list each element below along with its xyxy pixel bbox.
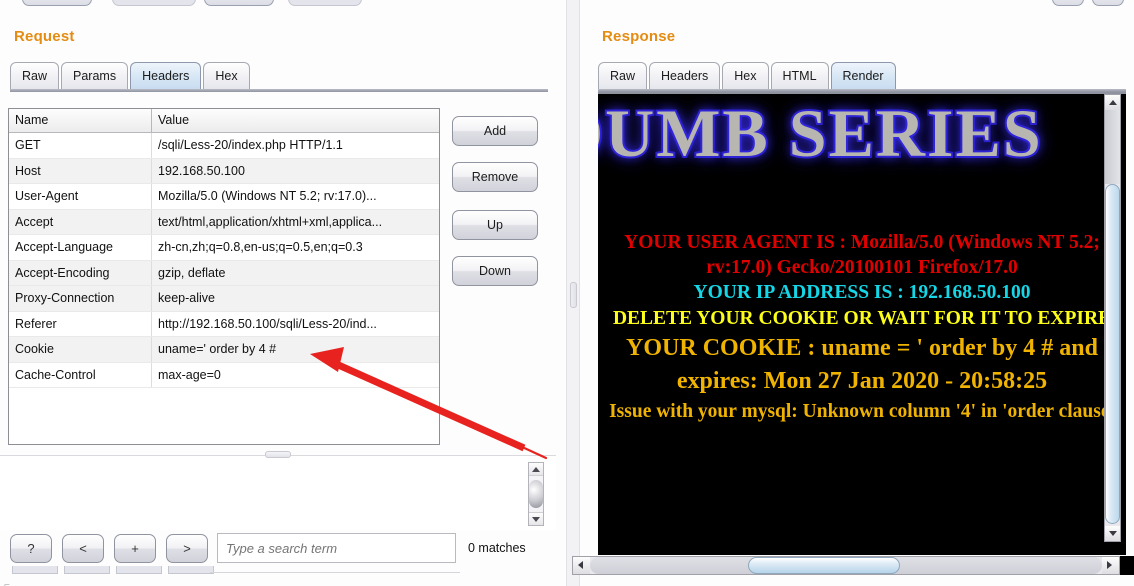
- header-value: http://192.168.50.100/sqli/Less-20/ind..…: [158, 316, 377, 331]
- rendered-response-view[interactable]: DUMB SERIES YOUR USER AGENT IS : Mozilla…: [598, 92, 1126, 555]
- bottom-partial-button-3[interactable]: [116, 566, 162, 574]
- scroll-down-icon[interactable]: [1105, 526, 1120, 541]
- bottom-partial-strip: ⌐: [0, 566, 560, 586]
- table-row-cookie[interactable]: Cookie uname=' order by 4 #: [9, 337, 439, 363]
- scroll-up-icon[interactable]: [529, 463, 543, 476]
- header-name: User-Agent: [9, 184, 152, 209]
- bottom-partial-input[interactable]: [210, 572, 460, 573]
- table-row[interactable]: Accept-Language zh-cn,zh;q=0.8,en-us;q=0…: [9, 235, 439, 261]
- header-name: Accept-Encoding: [9, 260, 152, 285]
- header-value: /sqli/Less-20/index.php HTTP/1.1: [158, 138, 343, 152]
- search-add-button[interactable]: +: [114, 534, 156, 563]
- header-name: Accept-Language: [9, 235, 152, 260]
- header-value: max-age=0: [158, 367, 221, 382]
- table-row[interactable]: Cache-Control max-age=0: [9, 362, 439, 388]
- request-headers-table[interactable]: Name Value GET /sqli/Less-20/index.php H…: [8, 108, 440, 445]
- response-tab-headers[interactable]: Headers: [649, 62, 721, 89]
- splitter-grip[interactable]: [570, 282, 577, 308]
- scrollbar-thumb[interactable]: [748, 557, 900, 574]
- scrollbar-thumb[interactable]: [529, 480, 543, 508]
- scroll-right-icon[interactable]: [1102, 557, 1119, 574]
- header-name: Referer: [9, 311, 152, 336]
- request-panel: Request Raw Params Headers Hex Name Valu…: [0, 0, 556, 586]
- response-panel-title: Response: [602, 28, 676, 45]
- bottom-partial-button-1[interactable]: [12, 566, 58, 574]
- table-row[interactable]: GET /sqli/Less-20/index.php HTTP/1.1: [9, 133, 439, 159]
- search-next-button[interactable]: >: [166, 534, 208, 563]
- ip-address-line: YOUR IP ADDRESS IS : 192.168.50.100: [693, 282, 1031, 303]
- dumb-series-banner: DUMB SERIES: [598, 94, 1043, 172]
- header-value: zh-cn,zh;q=0.8,en-us;q=0.5,en;q=0.3: [158, 240, 363, 254]
- search-match-count: 0 matches: [468, 541, 526, 555]
- response-tab-render[interactable]: Render: [830, 62, 896, 89]
- search-input[interactable]: [217, 533, 456, 563]
- bottom-partial-button-4[interactable]: [168, 566, 214, 574]
- header-value: keep-alive: [158, 291, 215, 305]
- scroll-up-icon[interactable]: [1105, 95, 1120, 110]
- header-value: text/html,application/xhtml+xml,applica.…: [158, 214, 383, 229]
- table-empty-area: [9, 388, 439, 444]
- search-prev-button[interactable]: <: [62, 534, 104, 563]
- mysql-error-line: Issue with your mysql: Unknown column '4…: [609, 401, 1115, 422]
- scroll-down-icon[interactable]: [529, 512, 543, 525]
- header-name: Host: [9, 158, 152, 183]
- bottom-partial-button-2[interactable]: [64, 566, 110, 574]
- table-row[interactable]: Host 192.168.50.100: [9, 158, 439, 184]
- scrollbar-thumb[interactable]: [1105, 184, 1120, 524]
- request-tab-underline: [10, 89, 548, 92]
- move-down-button[interactable]: Down: [452, 256, 538, 286]
- panel-splitter[interactable]: [566, 0, 580, 586]
- scrollbar-corner: [1120, 556, 1134, 575]
- table-row[interactable]: Proxy-Connection keep-alive: [9, 286, 439, 312]
- response-vertical-scrollbar[interactable]: [1104, 94, 1121, 542]
- header-value: gzip, deflate: [158, 265, 226, 280]
- request-preview-pane[interactable]: [0, 451, 556, 530]
- response-horizontal-scrollbar[interactable]: [572, 556, 1120, 575]
- table-row[interactable]: Referer http://192.168.50.100/sqli/Less-…: [9, 311, 439, 337]
- response-tab-raw[interactable]: Raw: [598, 62, 648, 89]
- add-header-button[interactable]: Add: [452, 116, 538, 146]
- move-up-button[interactable]: Up: [452, 210, 538, 240]
- header-name: Cookie: [9, 337, 152, 362]
- column-header-name: Name: [9, 109, 152, 132]
- remove-header-button[interactable]: Remove: [452, 162, 538, 192]
- request-panel-title: Request: [14, 28, 75, 45]
- header-value: 192.168.50.100: [158, 163, 245, 178]
- request-tab-headers[interactable]: Headers: [130, 62, 202, 89]
- bottom-partial-glyph: ⌐: [4, 580, 10, 586]
- request-tab-raw[interactable]: Raw: [10, 62, 60, 89]
- response-tabbar: Raw Headers Hex HTML Render: [598, 62, 898, 92]
- column-header-value: Value: [158, 113, 190, 127]
- cookie-value-line: YOUR COOKIE : uname = ' order by 4 # and…: [626, 335, 1098, 394]
- header-value: uname=' order by 4 #: [158, 342, 277, 356]
- request-tabbar: Raw Params Headers Hex: [10, 62, 252, 92]
- table-header-row: Name Value: [9, 109, 439, 133]
- header-name: Accept: [9, 209, 152, 234]
- scrollbar-track[interactable]: [1105, 110, 1120, 184]
- table-row[interactable]: Accept-Encoding gzip, deflate: [9, 260, 439, 286]
- preview-vertical-scrollbar[interactable]: [528, 462, 544, 526]
- header-name: Proxy-Connection: [9, 286, 152, 311]
- table-row[interactable]: Accept text/html,application/xhtml+xml,a…: [9, 209, 439, 235]
- request-tab-params[interactable]: Params: [61, 62, 129, 89]
- rendered-page-text: YOUR USER AGENT IS : Mozilla/5.0 (Window…: [598, 230, 1126, 425]
- request-tab-hex[interactable]: Hex: [203, 62, 250, 89]
- response-panel: Response Raw Headers Hex HTML Render DUM…: [588, 0, 1134, 586]
- search-help-button[interactable]: ?: [10, 534, 52, 563]
- user-agent-line: YOUR USER AGENT IS : Mozilla/5.0 (Window…: [624, 232, 1100, 278]
- burp-suite-window: Request Raw Params Headers Hex Name Valu…: [0, 0, 1134, 586]
- delete-cookie-line: DELETE YOUR COOKIE OR WAIT FOR IT TO EXP…: [612, 308, 1112, 329]
- header-name: GET: [9, 133, 152, 158]
- response-tab-hex[interactable]: Hex: [722, 62, 769, 89]
- table-row[interactable]: User-Agent Mozilla/5.0 (Windows NT 5.2; …: [9, 184, 439, 210]
- header-name: Cache-Control: [9, 362, 152, 387]
- response-tab-html[interactable]: HTML: [770, 62, 829, 89]
- scroll-left-icon[interactable]: [573, 557, 590, 574]
- header-value: Mozilla/5.0 (Windows NT 5.2; rv:17.0)...: [158, 189, 377, 203]
- pane-resize-grip[interactable]: [265, 451, 291, 458]
